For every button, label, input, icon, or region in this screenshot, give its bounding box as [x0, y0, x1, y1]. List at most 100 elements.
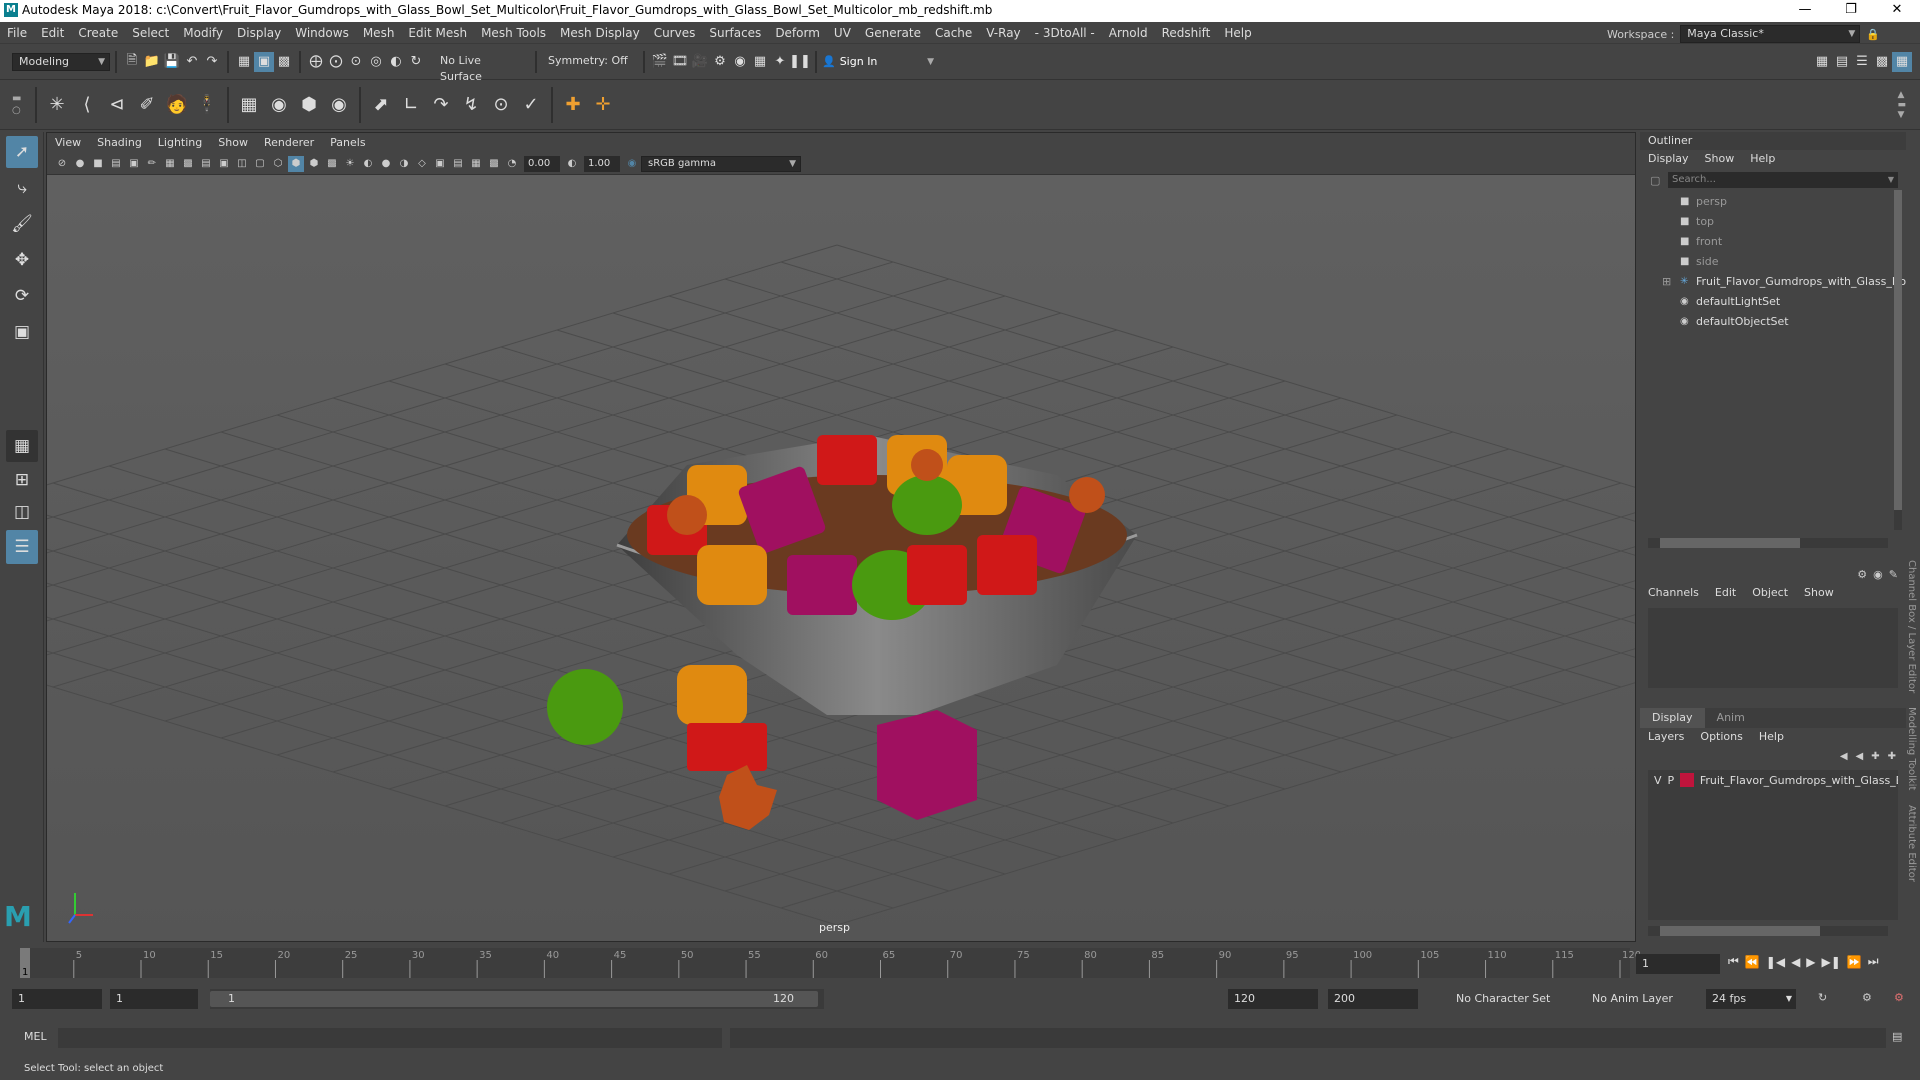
move-layer-down-icon[interactable]: ◀ — [1856, 751, 1864, 762]
outliner-menu-show[interactable]: Show — [1697, 150, 1743, 168]
move-tool-icon[interactable]: ✥ — [6, 244, 38, 276]
menu-uv[interactable]: UV — [827, 22, 858, 44]
outliner-menu-help[interactable]: Help — [1742, 150, 1783, 168]
resolution-gate-icon[interactable]: ▤ — [198, 156, 214, 172]
outliner-item[interactable]: ■ persp — [1640, 192, 1906, 212]
tab-anim[interactable]: Anim — [1705, 708, 1757, 728]
sign-in-button[interactable]: 👤 Sign In ▼ — [822, 55, 934, 68]
snap-curve-icon[interactable]: ⨀ — [326, 52, 346, 72]
gamma-field[interactable]: 1.00 — [584, 155, 620, 172]
anti-alias-icon[interactable]: ◇ — [414, 156, 430, 172]
filter-icon[interactable]: ▢ — [1650, 174, 1660, 187]
tab-display[interactable]: Display — [1640, 708, 1705, 728]
shadows-icon[interactable]: ◐ — [360, 156, 376, 172]
scroll-thumb[interactable] — [1894, 190, 1902, 510]
select-camera-icon[interactable]: ⊘ — [54, 156, 70, 172]
layer-menu-options[interactable]: Options — [1692, 728, 1750, 746]
play-forward-icon[interactable]: ▶ — [1806, 955, 1815, 969]
shelf-scroll-icon[interactable]: ▲ ▬ ▼ — [1897, 90, 1906, 120]
menu-set-dropdown[interactable]: Modeling ▼ — [12, 52, 110, 71]
menu-create[interactable]: Create — [71, 22, 125, 44]
save-scene-icon[interactable]: 💾 — [162, 52, 182, 72]
menu-curves[interactable]: Curves — [647, 22, 703, 44]
script-editor-icon[interactable]: ▤ — [1892, 1030, 1902, 1043]
four-view-icon[interactable]: ⊞ — [6, 466, 38, 494]
channel-box-toggle-icon[interactable]: ▩ — [1872, 52, 1892, 72]
menu-windows[interactable]: Windows — [288, 22, 356, 44]
attribute-editor-icon[interactable]: ▤ — [1832, 52, 1852, 72]
exposure-icon[interactable]: ◔ — [504, 156, 520, 172]
menu-v-ray[interactable]: V-Ray — [979, 22, 1027, 44]
textured-icon[interactable]: ▩ — [324, 156, 340, 172]
bridge-icon[interactable]: ↷ — [426, 90, 456, 120]
viewport-menu-lighting[interactable]: Lighting — [150, 133, 210, 153]
snap-view-icon[interactable]: ◎ — [366, 52, 386, 72]
cv-curve-icon[interactable]: ⊲ — [102, 90, 132, 120]
playback-start-field[interactable]: 1 — [110, 989, 198, 1009]
maximize-button[interactable]: ❐ — [1828, 0, 1874, 22]
layer-menu-help[interactable]: Help — [1751, 728, 1792, 746]
channel-menu-object[interactable]: Object — [1744, 584, 1796, 602]
single-view-icon[interactable]: ▦ — [6, 430, 38, 462]
bevel-icon[interactable]: ∟ — [396, 90, 426, 120]
new-layer-icon[interactable]: ✚ — [1871, 751, 1879, 762]
channel-box-tab[interactable]: Channel Box / Layer Editor — [1906, 560, 1917, 693]
xray-active-icon[interactable]: ▩ — [486, 156, 502, 172]
wireframe-icon[interactable]: ⬡ — [270, 156, 286, 172]
colorspace-dropdown[interactable]: sRGB gamma ▼ — [641, 155, 801, 172]
channel-menu-channels[interactable]: Channels — [1640, 584, 1707, 602]
mel-label[interactable]: MEL — [24, 1030, 47, 1043]
new-layer-selected-icon[interactable]: ✚ — [1888, 751, 1896, 762]
lasso-tool-icon[interactable]: ⤷ — [6, 172, 38, 204]
layer-h-scrollbar[interactable] — [1648, 926, 1888, 936]
two-d-pan-icon[interactable]: ▣ — [126, 156, 142, 172]
nurbs-star-icon[interactable]: ✳ — [42, 90, 72, 120]
xray-icon[interactable]: ▤ — [450, 156, 466, 172]
outliner-menu-display[interactable]: Display — [1640, 150, 1697, 168]
poly-grid-icon[interactable]: ▦ — [234, 90, 264, 120]
rotate-tool-icon[interactable]: ⟳ — [6, 280, 38, 312]
lights-icon[interactable]: ☀ — [342, 156, 358, 172]
xray-joints-icon[interactable]: ▦ — [468, 156, 484, 172]
play-backward-icon[interactable]: ◀ — [1791, 955, 1800, 969]
open-scene-icon[interactable]: 📁 — [142, 52, 162, 72]
image-plane-icon[interactable]: ▤ — [108, 156, 124, 172]
viewport-menu-panels[interactable]: Panels — [322, 133, 373, 153]
outliner-item[interactable]: ■ top — [1640, 212, 1906, 232]
outliner-item[interactable]: ■ side — [1640, 252, 1906, 272]
field-chart-icon[interactable]: ◫ — [234, 156, 250, 172]
scale-tool-icon[interactable]: ▣ — [6, 316, 38, 348]
extrude-icon[interactable]: ⬈ — [366, 90, 396, 120]
poly-cylinder-icon[interactable]: ◉ — [324, 90, 354, 120]
tool-settings-icon[interactable]: ☰ — [1852, 52, 1872, 72]
poly-cube-icon[interactable]: ⬢ — [294, 90, 324, 120]
outliner-item[interactable]: ◉ defaultLightSet — [1640, 292, 1906, 312]
playback-end-field[interactable]: 120 — [1228, 989, 1318, 1009]
snap-vertex-icon[interactable]: ↻ — [406, 52, 426, 72]
grease-pencil-icon[interactable]: ✏ — [144, 156, 160, 172]
render-settings-icon[interactable]: ⚙ — [710, 52, 730, 72]
motion-blur-icon[interactable]: ◑ — [396, 156, 412, 172]
menu-mesh-display[interactable]: Mesh Display — [553, 22, 647, 44]
menu-arnold[interactable]: Arnold — [1102, 22, 1155, 44]
range-slider[interactable]: 1 120 — [210, 989, 824, 1009]
shaded-wire-icon[interactable]: ⬢ — [306, 156, 322, 172]
viewport-menu-renderer[interactable]: Renderer — [256, 133, 322, 153]
anim-layer-dropdown[interactable]: No Anim Layer — [1586, 989, 1686, 1009]
grid-toggle-icon[interactable]: ▦ — [162, 156, 178, 172]
redo-icon[interactable]: ↷ — [202, 52, 222, 72]
goto-end-icon[interactable]: ⏭ — [1868, 954, 1879, 969]
layer-menu-layers[interactable]: Layers — [1640, 728, 1692, 746]
layer-editor-icon[interactable]: ◉ — [1873, 568, 1883, 581]
ipr-render-icon[interactable]: 🎥 — [690, 52, 710, 72]
select-object-icon[interactable]: ▣ — [254, 51, 274, 72]
edit-icon[interactable]: ✎ — [1889, 568, 1898, 581]
menu-edit-mesh[interactable]: Edit Mesh — [401, 22, 474, 44]
minimize-button[interactable]: — — [1782, 0, 1828, 22]
isolate-select-icon[interactable]: ▣ — [432, 156, 448, 172]
loop-icon[interactable]: ↻ — [1818, 991, 1827, 1004]
goto-start-icon[interactable]: ⏮ — [1728, 954, 1739, 969]
viewport-menu-shading[interactable]: Shading — [89, 133, 150, 153]
paint-select-icon[interactable]: 🖌 — [6, 208, 38, 240]
ik-handle-icon[interactable]: ✛ — [588, 90, 618, 120]
